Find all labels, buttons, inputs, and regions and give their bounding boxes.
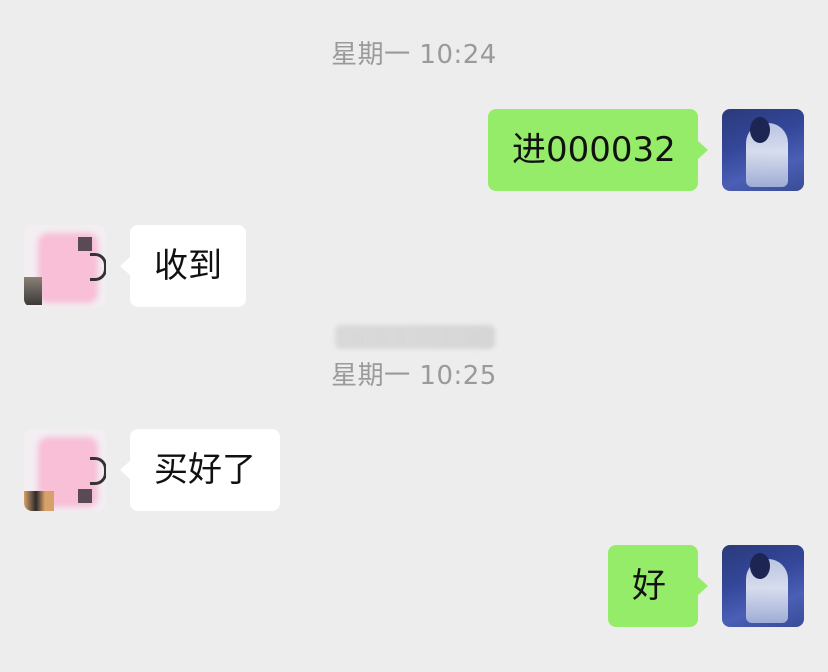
message-bubble-other[interactable]: 买好了 <box>120 429 280 511</box>
redacted-text <box>335 325 495 349</box>
avatar-detail <box>90 457 106 485</box>
message-text: 好 <box>632 566 666 606</box>
contact-avatar[interactable] <box>24 429 106 511</box>
avatar-hair <box>750 553 770 579</box>
avatar-hair <box>750 117 770 143</box>
my-avatar[interactable] <box>722 109 804 191</box>
message-text: 收到 <box>154 246 222 286</box>
contact-avatar[interactable] <box>24 225 106 307</box>
avatar-detail <box>24 491 54 511</box>
avatar-detail <box>90 253 106 281</box>
message-bubble-other[interactable]: 收到 <box>120 225 246 307</box>
message-bubble-self[interactable]: 进000032 <box>488 109 708 191</box>
avatar-detail <box>78 489 92 503</box>
avatar-detail <box>24 277 42 305</box>
message-text: 进000032 <box>512 130 676 170</box>
avatar-detail <box>78 237 92 251</box>
timestamp: 星期一 10:24 <box>331 40 497 70</box>
timestamp: 星期一 10:25 <box>331 361 497 391</box>
my-avatar[interactable] <box>722 545 804 627</box>
message-bubble-self[interactable]: 好 <box>608 545 708 627</box>
message-text: 买好了 <box>154 450 256 490</box>
